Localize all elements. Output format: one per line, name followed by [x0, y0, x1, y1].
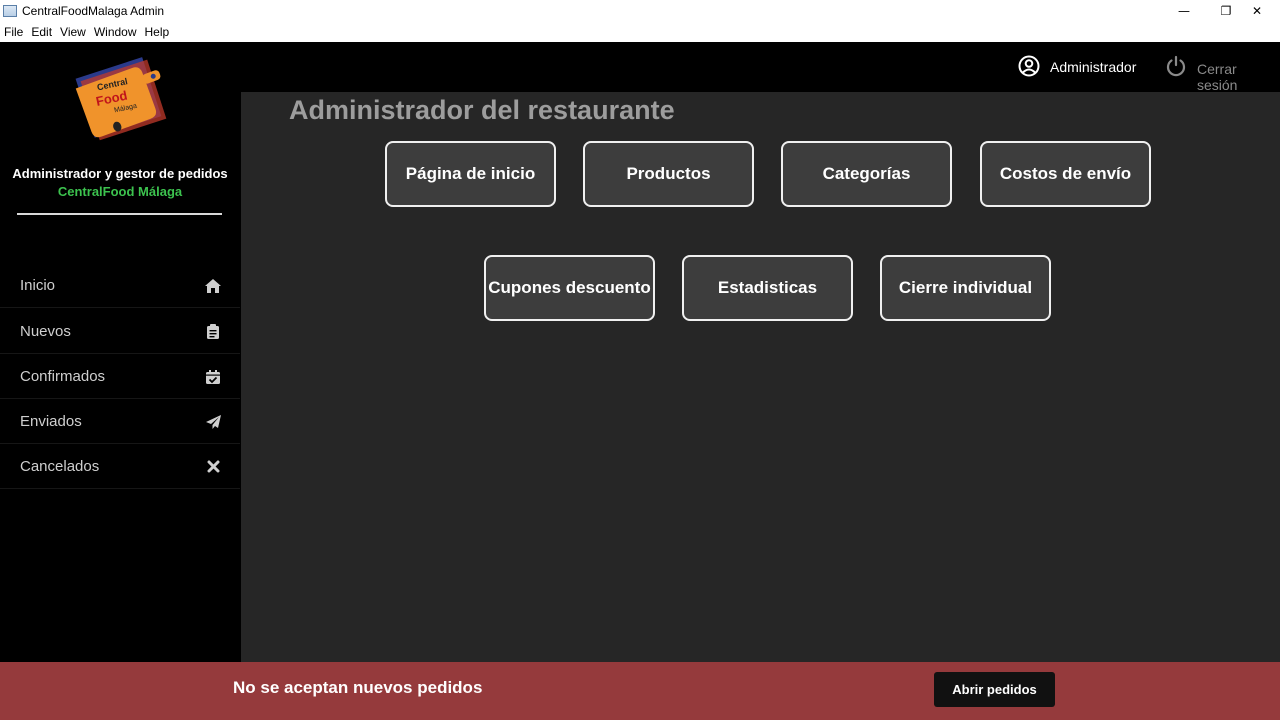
close-icon: [204, 458, 222, 476]
window-title: CentralFoodMalaga Admin: [22, 4, 165, 18]
main-content: Administrador del restaurante Página de …: [241, 92, 1280, 662]
power-icon[interactable]: [1165, 55, 1187, 77]
minimize-button[interactable]: —: [1161, 0, 1207, 22]
clipboard-icon: [204, 323, 222, 341]
home-icon: [204, 277, 222, 295]
paper-plane-icon: [204, 413, 222, 431]
app-icon: [3, 5, 17, 17]
menu-file[interactable]: File: [0, 22, 27, 42]
page-title: Administrador del restaurante: [289, 95, 675, 125]
top-header: Administrador Cerrar sesión: [241, 42, 1280, 93]
menu-bar: File Edit View Window Help: [0, 22, 1280, 42]
status-banner: No se aceptan nuevos pedidos Abrir pedid…: [0, 662, 1280, 720]
close-button[interactable]: ✕: [1234, 0, 1280, 22]
status-message: No se aceptan nuevos pedidos: [233, 678, 483, 697]
sidebar-item-confirmados[interactable]: Confirmados: [0, 355, 240, 399]
tile-costos-de-envio[interactable]: Costos de envío: [980, 141, 1151, 207]
sidebar: Central Food Málaga Administrador y gest…: [0, 42, 241, 662]
sidebar-item-enviados[interactable]: Enviados: [0, 400, 240, 444]
sidebar-item-inicio[interactable]: Inicio: [0, 264, 240, 308]
sidebar-title: Administrador y gestor de pedidos: [12, 166, 228, 181]
tile-cupones-descuento[interactable]: Cupones descuento: [484, 255, 655, 321]
window-titlebar: CentralFoodMalaga Admin — ❐ ✕: [0, 0, 1280, 22]
tile-categorias[interactable]: Categorías: [781, 141, 952, 207]
tile-productos[interactable]: Productos: [583, 141, 754, 207]
user-name-label[interactable]: Administrador: [1050, 59, 1136, 75]
sidebar-subtitle: CentralFood Málaga: [57, 184, 183, 199]
sidebar-item-cancelados[interactable]: Cancelados: [0, 445, 240, 489]
menu-view[interactable]: View: [56, 22, 90, 42]
sidebar-divider: [17, 213, 222, 215]
user-circle-icon[interactable]: [1018, 55, 1040, 77]
sidebar-item-label: Enviados: [20, 413, 82, 430]
calendar-check-icon: [204, 368, 222, 386]
menu-window[interactable]: Window: [90, 22, 141, 42]
sidebar-item-label: Cancelados: [20, 458, 100, 475]
menu-help[interactable]: Help: [141, 22, 174, 42]
tile-cierre-individual[interactable]: Cierre individual: [880, 255, 1051, 321]
centralfood-logo: Central Food Málaga: [75, 57, 167, 141]
sidebar-item-nuevos[interactable]: Nuevos: [0, 310, 240, 354]
logout-link[interactable]: Cerrar sesión: [1197, 61, 1280, 93]
sidebar-item-label: Confirmados: [20, 368, 106, 385]
tile-pagina-de-inicio[interactable]: Página de inicio: [385, 141, 556, 207]
tile-estadisticas[interactable]: Estadisticas: [682, 255, 853, 321]
sidebar-item-label: Inicio: [20, 277, 56, 294]
menu-edit[interactable]: Edit: [27, 22, 56, 42]
open-orders-button[interactable]: Abrir pedidos: [934, 672, 1055, 707]
sidebar-item-label: Nuevos: [20, 323, 71, 340]
